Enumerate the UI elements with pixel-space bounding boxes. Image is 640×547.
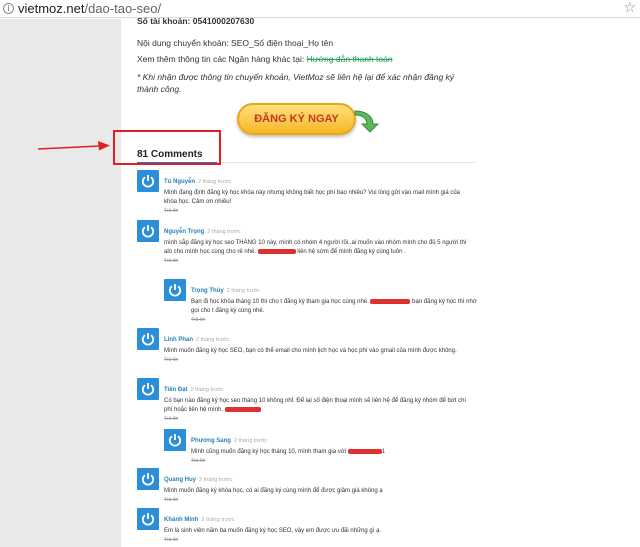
comment-text: Có bạn nào đăng ký học seo tháng 10 khôn… [164,397,474,415]
comment-time[interactable]: 2 tháng trước [196,337,229,343]
confirmation-notice: * Khi nhận được thông tin chuyển khoản, … [137,72,455,94]
avatar [137,378,159,400]
avatar [164,429,186,451]
comment-text: Mình cũng muốn đăng ký học tháng 10, mìn… [191,448,481,457]
power-icon [168,434,182,447]
comment-text-part: Bạn đi học khóa tháng 10 thì cho t đăng … [191,299,369,305]
comment-text: Mình muốn đăng ký khóa học, có ai đăng k… [164,488,383,494]
power-icon [141,225,155,238]
avatar [137,468,159,490]
bank-account-line: Số tài khoản: 0541000207630 [137,16,255,26]
cta-arrow-icon [354,110,380,133]
avatar [137,220,159,242]
page-content: Số tài khoản: 0541000207630 Nội dung chu… [121,16,640,547]
comment-body: Khánh Minh 2 tháng trước Em là sinh viên … [164,508,474,543]
comment-body: Nguyễn Trọng 2 tháng trước mình sắp đăng … [164,220,474,264]
url-text[interactable]: vietmoz.net/dao-tao-seo/ [18,1,161,16]
comment-time[interactable]: 2 tháng trước [201,517,234,523]
more-banks-line: Xem thêm thông tin các Ngân hàng khác tạ… [137,54,393,64]
comment-time[interactable]: 2 tháng trước [199,477,232,483]
power-icon [141,513,155,526]
comment-time[interactable]: 2 tháng trước [227,288,260,294]
reply-link[interactable]: Trả lời [164,357,474,363]
reply-link[interactable]: Trả lời [164,258,474,264]
comment-author[interactable]: Trọng Thủy [191,288,224,294]
reply-link[interactable]: Trả lời [191,317,481,323]
power-icon [141,175,155,188]
comment-body: Phương Sang 2 tháng trước Mình cũng muốn … [191,429,481,464]
left-gutter [0,19,121,547]
annotation-highlight-box [113,130,221,165]
url-path: /dao-tao-seo/ [84,1,162,16]
redaction-mark [257,248,296,254]
comment-time[interactable]: 2 tháng trước [198,179,231,185]
comment-text: Mình đang định đăng ký học khóa này nhưn… [164,190,461,205]
redaction-mark [347,448,382,454]
comment-body: Quang Huy 2 tháng trước Mình muốn đăng ký… [164,468,474,503]
redaction-mark [370,298,411,304]
comment-author[interactable]: Nguyễn Trọng [164,229,204,235]
power-icon [141,473,155,486]
comment-time[interactable]: 2 tháng trước [191,387,224,393]
comment-body: Tú Nguyễn 2 tháng trước Mình đang định đă… [164,170,474,214]
comment-author[interactable]: Tú Nguyễn [164,179,195,185]
more-banks-prefix: Xem thêm thông tin các Ngân hàng khác tạ… [137,54,305,64]
transfer-note: Nội dung chuyển khoản: SEO_Số điện thoại… [137,38,334,48]
power-icon [141,333,155,346]
comment-body: Trọng Thủy 2 tháng trước Bạn đi học khóa … [191,279,481,323]
reply-link[interactable]: Trả lời [191,458,481,464]
reply-link[interactable]: Trả lời [164,537,474,543]
comment-text: mình sắp đăng ký học seo THÁNG 10 này, m… [164,239,474,257]
comment-body: Linh Phan 2 tháng trước Mình muốn đăng ký… [164,328,474,363]
redaction-mark [224,406,261,412]
comment-text-part: liên hệ sớm để mình đăng ký cùng luôn . [297,249,406,255]
payment-guide-link[interactable]: Hướng dẫn thanh toán [307,54,393,64]
reply-link[interactable]: Trả lời [164,497,474,503]
avatar [137,170,159,192]
comment-text-part: Mình cũng muốn đăng ký học tháng 10, mìn… [191,449,347,455]
avatar [164,279,186,301]
comment-body: Tiến Đạt 2 tháng trước Có bạn nào đăng ký… [164,378,474,422]
register-now-button[interactable]: ĐĂNG KÝ NGAY [237,103,356,135]
reply-link[interactable]: Trả lời [164,416,474,422]
star-icon[interactable]: ☆ [623,0,636,16]
url-domain: vietmoz.net [18,1,85,16]
avatar [137,508,159,530]
info-icon[interactable]: i [3,3,14,14]
power-icon [141,383,155,396]
comment-text: Em là sinh viên năm ba muốn đăng ký học … [164,528,382,534]
power-icon [168,284,182,297]
comment-text-part: 1 [381,449,386,455]
comment-author[interactable]: Phương Sang [191,438,231,444]
comment-text: Mình muốn đăng ký học SEO, bạn có thể em… [164,348,457,354]
annotation-arrow-icon [38,141,110,151]
comment-author[interactable]: Quang Huy [164,477,196,483]
comment-author[interactable]: Tiến Đạt [164,387,188,393]
comment-author[interactable]: Linh Phan [164,337,193,343]
comment-text: Bạn đi học khóa tháng 10 thì cho t đăng … [191,298,481,316]
reply-link[interactable]: Trả lời [164,208,474,214]
comment-text-part: Có bạn nào đăng ký học seo tháng 10 khôn… [164,398,466,413]
browser-address-bar[interactable]: i vietmoz.net/dao-tao-seo/ ☆ [0,0,640,18]
comment-author[interactable]: Khánh Minh [164,517,198,523]
comment-time[interactable]: 2 tháng trước [234,438,267,444]
comment-time[interactable]: 2 tháng trước [207,229,240,235]
avatar [137,328,159,350]
